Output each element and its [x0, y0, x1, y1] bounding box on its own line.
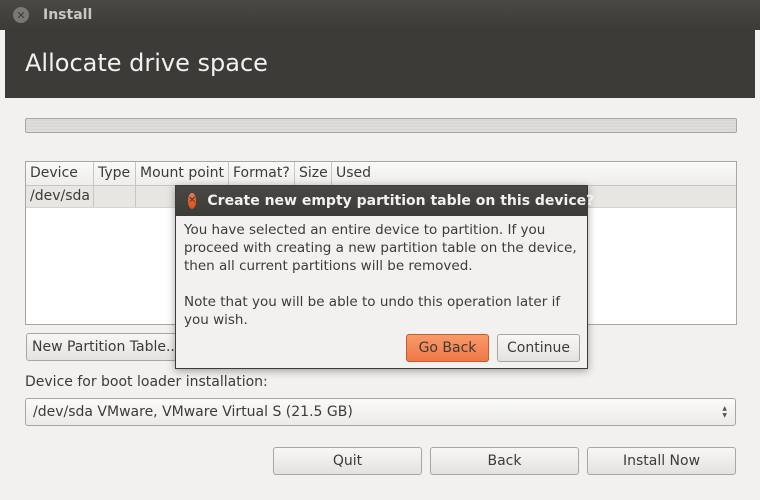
- partition-bar: [25, 118, 737, 133]
- dialog-body: You have selected an entire device to pa…: [184, 221, 584, 347]
- column-header-used[interactable]: Used: [332, 162, 736, 185]
- close-icon[interactable]: ✕: [13, 7, 29, 23]
- dialog-close-icon[interactable]: ✕: [188, 193, 197, 209]
- back-button[interactable]: Back: [430, 447, 579, 475]
- cell-type: [94, 186, 136, 207]
- cell-device: /dev/sda: [26, 186, 94, 207]
- continue-button[interactable]: Continue: [497, 334, 580, 362]
- install-now-button[interactable]: Install Now: [587, 447, 736, 475]
- quit-button[interactable]: Quit: [273, 447, 422, 475]
- window-title: Install: [43, 7, 93, 23]
- dialog-title: Create new empty partition table on this…: [207, 193, 595, 209]
- bootloader-selected-value: /dev/sda VMware, VMware Virtual S (21.5 …: [33, 404, 353, 420]
- dialog-message-1: You have selected an entire device to pa…: [184, 222, 577, 274]
- dialog-titlebar[interactable]: ✕ Create new empty partition table on th…: [176, 186, 594, 216]
- window-titlebar[interactable]: ✕ Install: [0, 0, 760, 30]
- column-header-size[interactable]: Size: [295, 162, 332, 185]
- page-header: Allocate drive space: [5, 30, 755, 98]
- column-header-device[interactable]: Device: [26, 162, 94, 185]
- dialog-message-2: Note that you will be able to undo this …: [184, 294, 561, 328]
- table-header: Device Type Mount point Format? Size Use…: [26, 162, 736, 186]
- column-header-format[interactable]: Format?: [229, 162, 295, 185]
- bootloader-label: Device for boot loader installation:: [25, 374, 268, 390]
- page-title: Allocate drive space: [25, 49, 268, 77]
- bootloader-device-select[interactable]: /dev/sda VMware, VMware Virtual S (21.5 …: [25, 398, 736, 426]
- column-header-mount-point[interactable]: Mount point: [136, 162, 229, 185]
- column-header-type[interactable]: Type: [94, 162, 136, 185]
- go-back-button[interactable]: Go Back: [406, 334, 489, 362]
- select-arrows-icon: ▲ ▼: [722, 405, 727, 419]
- confirm-dialog: ✕ Create new empty partition table on th…: [175, 185, 594, 369]
- new-partition-table-button[interactable]: New Partition Table...: [26, 333, 186, 361]
- installer-window: ✕ Install Allocate drive space Device Ty…: [0, 0, 760, 500]
